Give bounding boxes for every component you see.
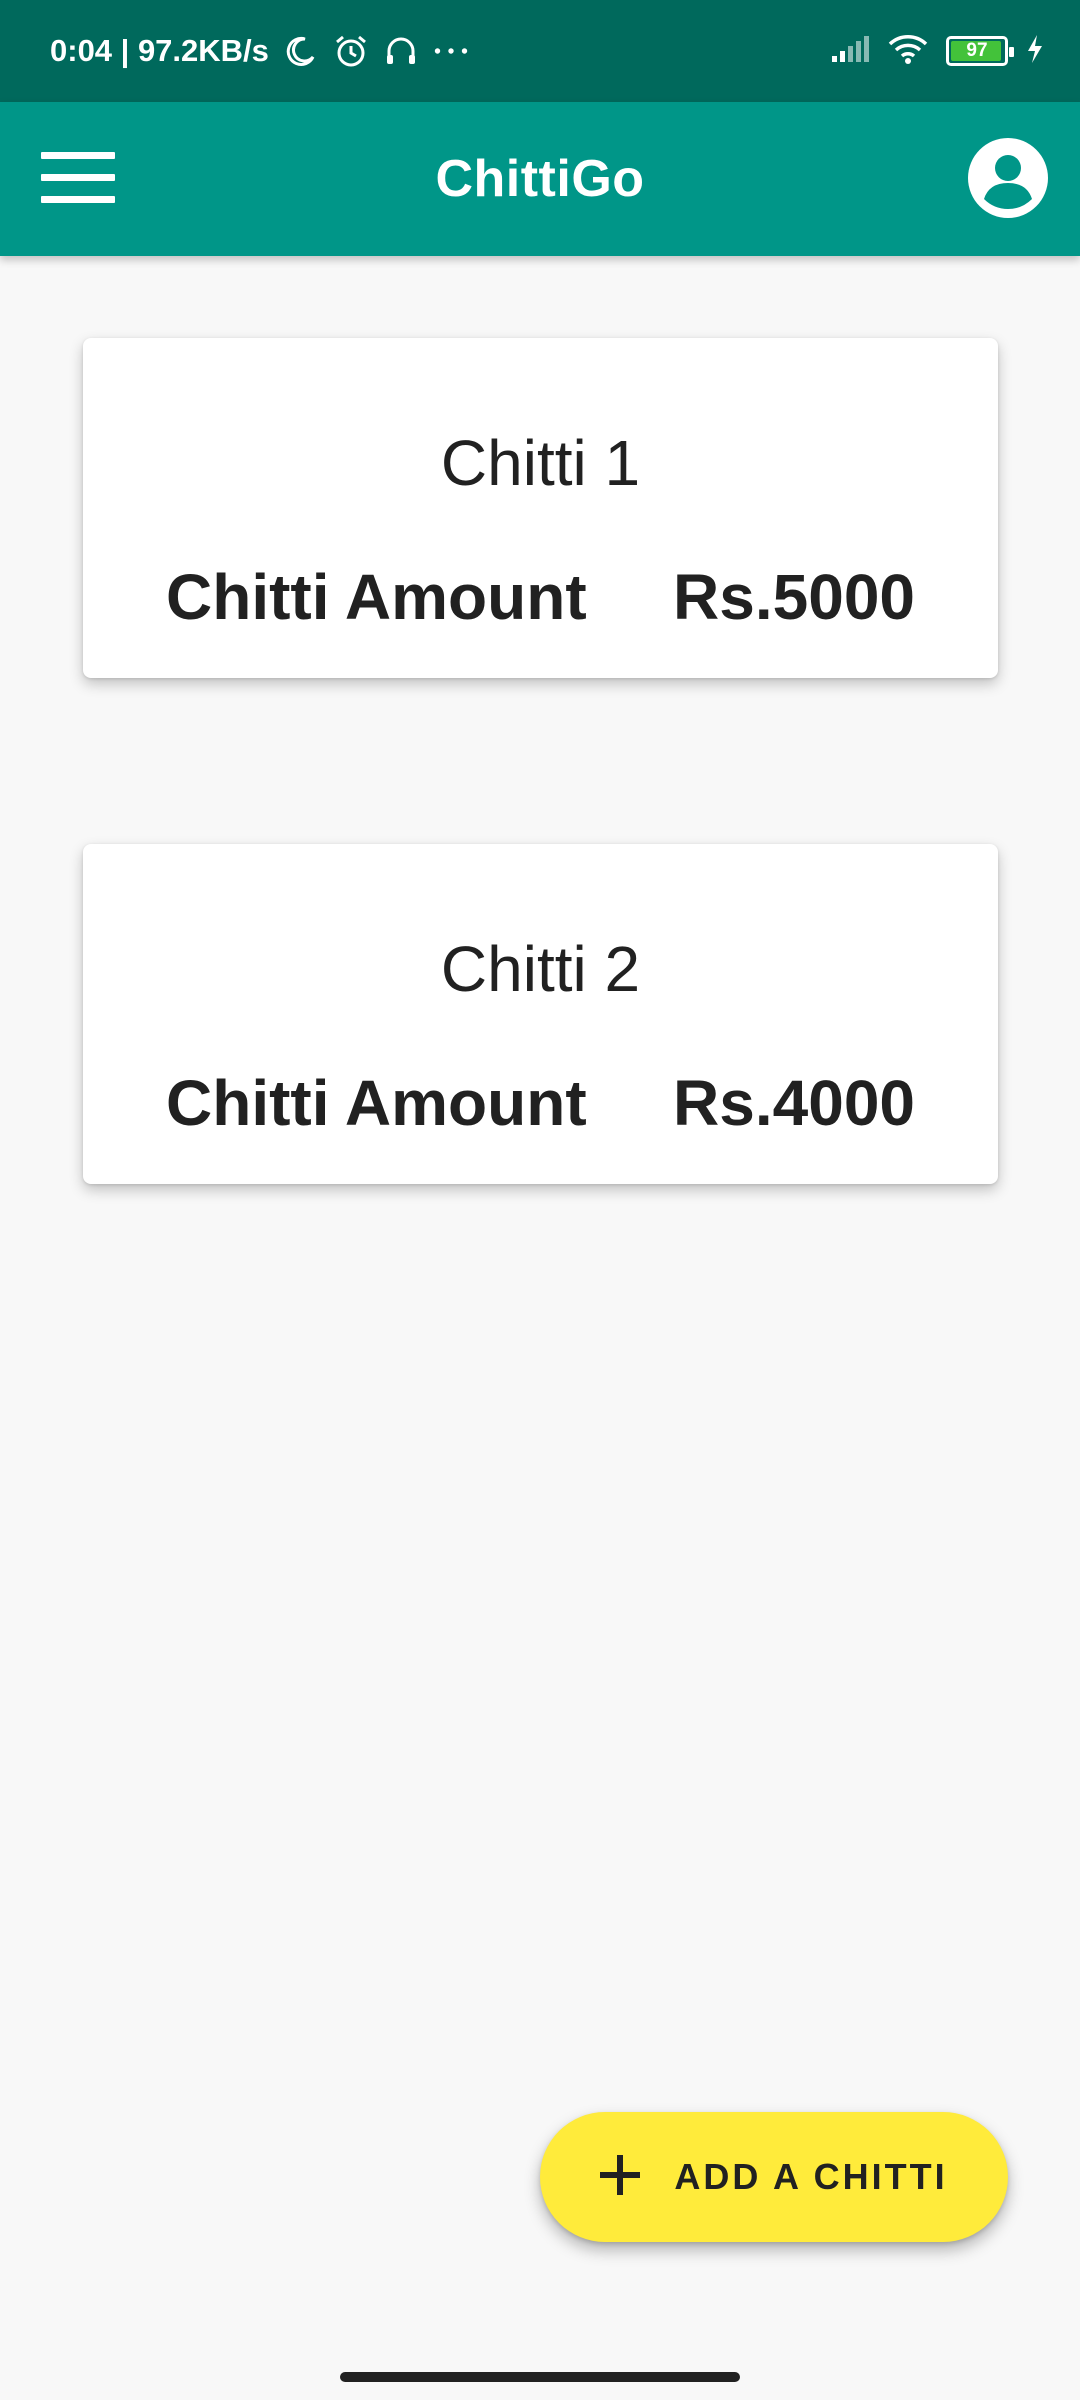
moon-icon	[283, 33, 319, 69]
gesture-nav-handle[interactable]	[340, 2372, 740, 2382]
status-right: 97	[830, 34, 1044, 69]
app-screen: 0:04 | 97.2KB/s 97 ChittiGo Chitti 1 Chi…	[0, 0, 1080, 2400]
chitti-name: Chitti 1	[440, 427, 641, 499]
alarm-icon	[333, 33, 369, 69]
chitti-amount-value: Rs.5000	[673, 561, 915, 633]
battery-level: 97	[966, 40, 988, 61]
chitti-amount-label: Chitti Amount	[166, 1067, 587, 1139]
add-chitti-button[interactable]: ADD A CHITTI	[540, 2112, 1008, 2242]
chitti-card[interactable]: Chitti 1 Chitti Amount Rs.5000	[83, 338, 998, 678]
account-circle-icon	[967, 137, 1049, 224]
signal-icon	[830, 34, 870, 69]
wifi-icon	[888, 34, 928, 69]
plus-icon	[600, 2154, 641, 2200]
status-time-speed: 0:04 | 97.2KB/s	[50, 33, 269, 68]
app-title: ChittiGo	[435, 150, 645, 208]
add-chitti-label: ADD A CHITTI	[674, 2156, 948, 2197]
chitti-name: Chitti 2	[440, 933, 641, 1005]
chitti-card[interactable]: Chitti 2 Chitti Amount Rs.4000	[83, 844, 998, 1184]
status-bar: 0:04 | 97.2KB/s 97	[0, 0, 1080, 102]
app-bar: ChittiGo	[0, 102, 1080, 256]
status-left: 0:04 | 97.2KB/s	[50, 33, 469, 69]
chitti-amount-label: Chitti Amount	[166, 561, 587, 633]
chitti-amount-value: Rs.4000	[673, 1067, 915, 1139]
charging-icon	[1026, 34, 1044, 69]
battery-icon: 97	[946, 36, 1014, 66]
account-button[interactable]	[960, 132, 1056, 228]
more-dots-icon	[433, 33, 469, 69]
battery-nub	[1009, 47, 1014, 57]
headset-icon	[383, 33, 419, 69]
